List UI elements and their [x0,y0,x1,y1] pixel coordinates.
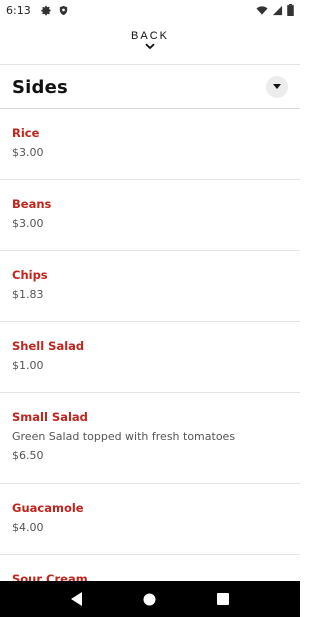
chevron-down-icon [145,43,155,50]
category-header: Sides [0,66,300,108]
menu-item-chips[interactable]: Chips $1.83 [0,251,300,322]
back-triangle-icon [70,592,82,606]
back-button[interactable]: BACK [0,22,300,64]
header-divider [0,64,300,65]
nav-back-button[interactable] [62,584,92,614]
nav-recents-button[interactable] [208,584,238,614]
item-price: $1.83 [12,288,44,301]
system-nav-bar [0,581,300,617]
signal-icon [272,5,283,15]
category-title: Sides [12,76,68,98]
home-circle-icon [143,593,156,605]
battery-icon [287,4,294,16]
back-label: BACK [131,30,169,42]
item-name: Chips [12,268,48,282]
menu-item-beans[interactable]: Beans $3.00 [0,180,300,251]
menu-item-sour-cream[interactable]: Sour Cream [0,555,300,581]
status-time: 6:13 [6,3,31,17]
menu-item-shell-salad[interactable]: Shell Salad $1.00 [0,322,300,393]
item-price: $4.00 [12,521,44,534]
recents-square-icon [217,593,230,605]
item-name: Guacamole [12,501,84,515]
status-bar: 6:13 [0,0,300,20]
nav-home-button[interactable] [135,584,165,614]
item-name: Sour Cream [12,572,88,581]
category-dropdown-button[interactable] [266,76,288,98]
item-name: Shell Salad [12,339,85,353]
gear-icon [40,5,51,15]
shield-icon [59,5,67,15]
item-price: $6.50 [12,449,44,462]
item-name: Small Salad [12,410,88,424]
item-name: Rice [12,126,40,140]
item-price: $1.00 [12,359,44,372]
status-left-icons [40,5,69,16]
menu-item-list[interactable]: Rice $3.00 Beans $3.00 Chips $1.83 Shell… [0,109,300,581]
status-right-icons [256,4,294,16]
item-description: Green Salad topped with fresh tomatoes [12,430,236,443]
menu-item-guacamole[interactable]: Guacamole $4.00 [0,484,300,555]
wifi-icon [256,5,268,15]
caret-down-icon [273,84,281,89]
item-price: $3.00 [12,146,44,159]
item-name: Beans [12,197,52,211]
item-price: $3.00 [12,217,44,230]
menu-item-rice[interactable]: Rice $3.00 [0,109,300,180]
menu-item-small-salad[interactable]: Small Salad Green Salad topped with fres… [0,393,300,484]
